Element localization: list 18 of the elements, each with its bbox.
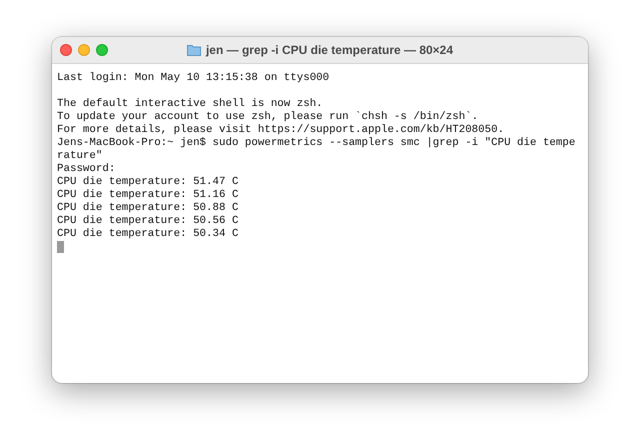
terminal-line: CPU die temperature: 51.16 C (57, 189, 238, 202)
terminal-line: Last login: Mon May 10 13:15:38 on ttys000 (57, 72, 330, 85)
close-button[interactable] (60, 44, 72, 56)
terminal-line: CPU die temperature: 51.47 C (57, 176, 238, 189)
terminal-line: Password: (57, 163, 116, 176)
folder-icon (186, 44, 201, 56)
terminal-line: CPU die temperature: 50.88 C (57, 202, 238, 215)
terminal-line: CPU die temperature: 50.56 C (57, 215, 238, 228)
terminal-line: rature" (57, 150, 102, 163)
text-cursor (57, 241, 64, 253)
terminal-line: Jens-MacBook-Pro:~ jen$ sudo powermetrics --samplers smc |grep -i "CPU die tempe (57, 137, 576, 150)
zoom-button[interactable] (96, 44, 108, 56)
terminal-line: For more details, please visit https://support.apple.com/kb/HT208050. (57, 124, 504, 137)
terminal-line: The default interactive shell is now zsh. (57, 98, 323, 111)
window-title: jen — grep -i CPU die temperature — 80×24 (206, 43, 454, 57)
terminal-line: To update your account to use zsh, please run `chsh -s /bin/zsh`. (57, 111, 478, 124)
terminal-line: CPU die temperature: 50.34 C (57, 228, 238, 241)
minimize-button[interactable] (78, 44, 90, 56)
